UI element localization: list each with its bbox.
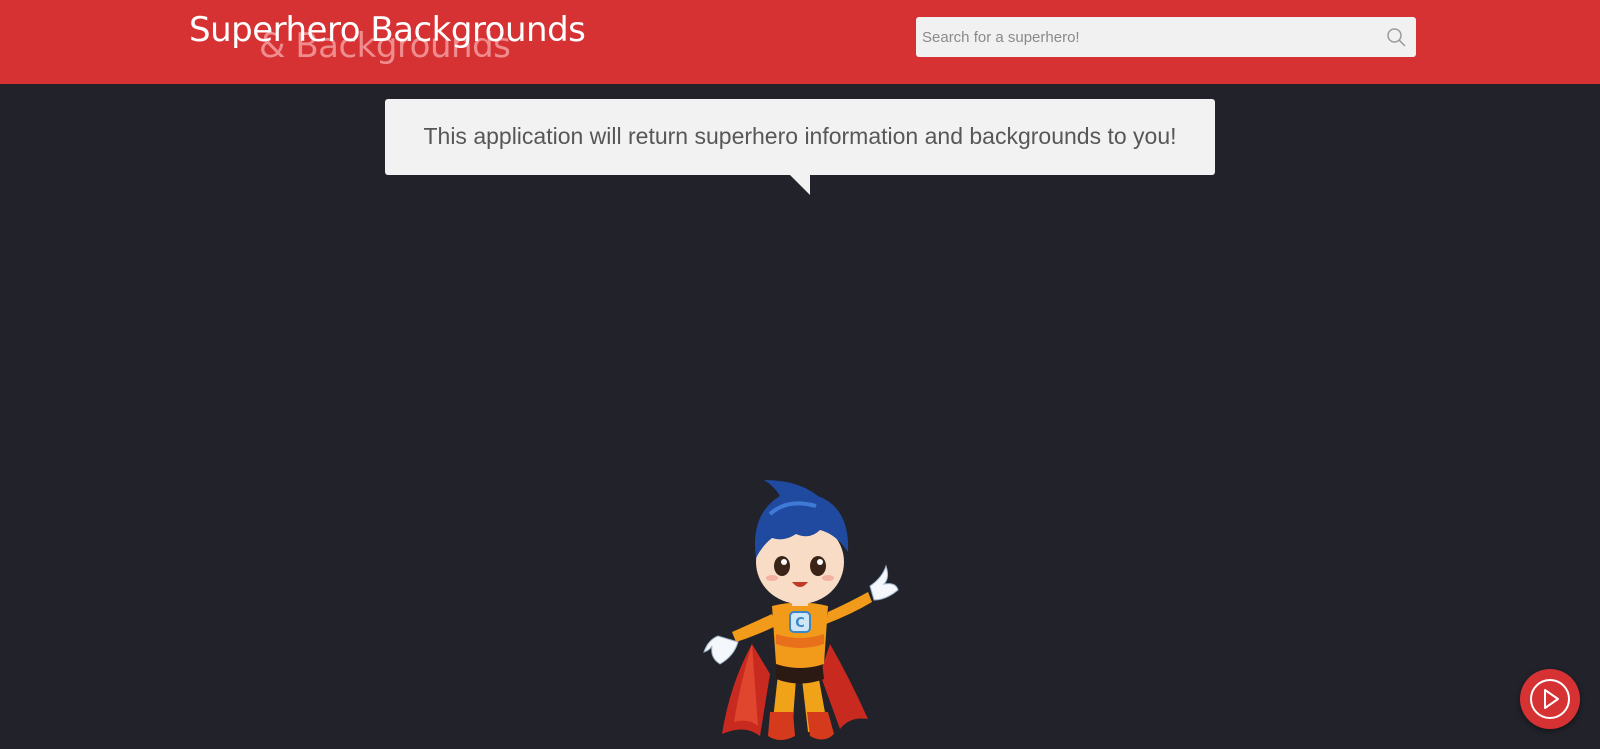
search-icon[interactable]	[1386, 27, 1406, 47]
speech-bubble: This application will return superhero i…	[385, 99, 1215, 195]
search-bar	[916, 17, 1416, 57]
site-title-text: Superhero Backgrounds	[189, 10, 586, 50]
site-title[interactable]: & Backgrounds Superhero Backgrounds	[189, 6, 609, 76]
search-input[interactable]	[916, 17, 1376, 57]
svg-text:C: C	[795, 616, 805, 631]
intro-message: This application will return superhero i…	[423, 123, 1177, 149]
play-icon	[1530, 679, 1570, 719]
superhero-mascot: C	[700, 474, 900, 744]
play-button[interactable]	[1520, 669, 1580, 729]
header-bar: & Backgrounds Superhero Backgrounds	[0, 0, 1600, 84]
speech-bubble-tail	[790, 175, 810, 195]
